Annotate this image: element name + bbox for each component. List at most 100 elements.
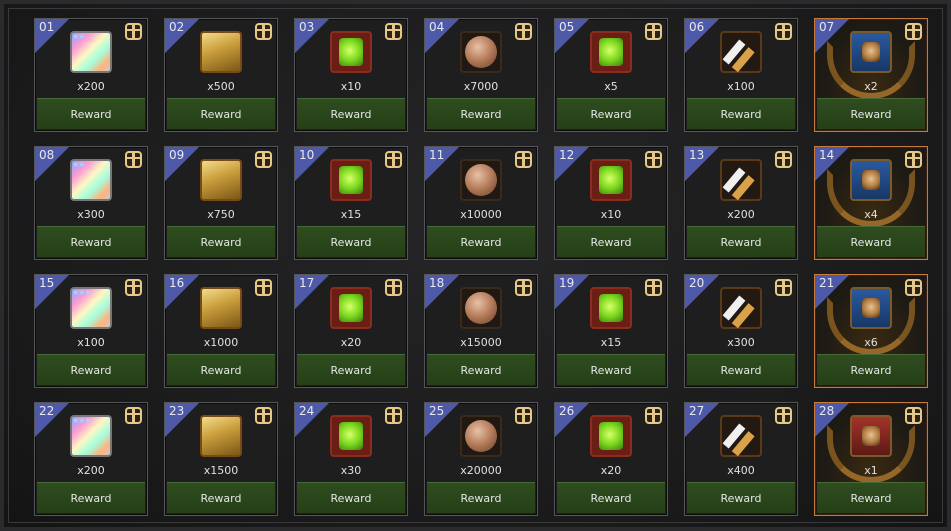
blue-monster-card-icon[interactable] [850, 31, 892, 73]
reward-button[interactable]: Reward [817, 226, 925, 257]
reward-button[interactable]: Reward [37, 354, 145, 385]
bronze-coin-icon[interactable] [460, 31, 502, 73]
reward-number: 09 [169, 148, 185, 162]
star-rating: ★★ [72, 160, 85, 169]
reward-button[interactable]: Reward [817, 354, 925, 385]
gold-pile-icon[interactable] [200, 287, 242, 329]
gift-box-icon[interactable] [905, 279, 922, 296]
gift-box-icon[interactable] [385, 279, 402, 296]
reward-card: 02 x500 Reward [164, 18, 278, 132]
gift-box-icon[interactable] [775, 23, 792, 40]
reward-number: 14 [819, 148, 835, 162]
gift-box-icon[interactable] [775, 407, 792, 424]
reward-quantity: x100 [77, 336, 105, 349]
reward-button[interactable]: Reward [817, 98, 925, 129]
reward-card: 27 x400 Reward [684, 402, 798, 516]
reward-button[interactable]: Reward [37, 98, 145, 129]
green-scroll-icon[interactable] [330, 415, 372, 457]
reward-quantity: x1 [864, 464, 878, 477]
gift-box-icon[interactable] [905, 23, 922, 40]
reward-button[interactable]: Reward [297, 354, 405, 385]
reward-button[interactable]: Reward [427, 98, 535, 129]
gift-box-icon[interactable] [515, 407, 532, 424]
reward-button[interactable]: Reward [297, 226, 405, 257]
reward-quantity: x1000 [203, 336, 239, 349]
reward-button[interactable]: Reward [557, 482, 665, 513]
gift-box-icon[interactable] [515, 279, 532, 296]
reward-card: 04 x7000 Reward [424, 18, 538, 132]
reward-button[interactable]: Reward [557, 226, 665, 257]
gift-box-icon[interactable] [255, 23, 272, 40]
green-scroll-icon[interactable] [330, 31, 372, 73]
reward-button[interactable]: Reward [37, 226, 145, 257]
gift-box-icon[interactable] [385, 23, 402, 40]
gift-box-icon[interactable] [775, 279, 792, 296]
reward-quantity: x200 [77, 80, 105, 93]
gold-pile-icon[interactable] [200, 159, 242, 201]
reward-button[interactable]: Reward [297, 482, 405, 513]
bronze-coin-icon[interactable] [460, 287, 502, 329]
gift-box-icon[interactable] [645, 407, 662, 424]
green-scroll-icon[interactable] [590, 159, 632, 201]
gift-box-icon[interactable] [385, 151, 402, 168]
reward-button[interactable]: Reward [427, 226, 535, 257]
reward-button[interactable]: Reward [167, 226, 275, 257]
gold-pile-icon[interactable] [200, 31, 242, 73]
star-rating: ★★ [72, 32, 85, 41]
reward-button[interactable]: Reward [427, 354, 535, 385]
gift-box-icon[interactable] [255, 151, 272, 168]
crossed-hammers-icon[interactable] [720, 287, 762, 329]
gift-box-icon[interactable] [645, 279, 662, 296]
reward-button[interactable]: Reward [687, 98, 795, 129]
gift-box-icon[interactable] [125, 407, 142, 424]
star-rating: ★★★ [72, 288, 91, 297]
crossed-hammers-icon[interactable] [720, 31, 762, 73]
crossed-hammers-icon[interactable] [720, 159, 762, 201]
reward-quantity: x4 [864, 208, 878, 221]
reward-card: 21 x6 Reward [814, 274, 928, 388]
green-scroll-icon[interactable] [590, 287, 632, 329]
gift-box-icon[interactable] [255, 407, 272, 424]
blue-monster-card-icon[interactable] [850, 159, 892, 201]
green-scroll-icon[interactable] [590, 415, 632, 457]
reward-button[interactable]: Reward [557, 98, 665, 129]
blue-monster-card-icon[interactable] [850, 287, 892, 329]
reward-button[interactable]: Reward [167, 482, 275, 513]
green-scroll-icon[interactable] [330, 159, 372, 201]
green-scroll-icon[interactable] [590, 31, 632, 73]
reward-number: 18 [429, 276, 445, 290]
bronze-coin-icon[interactable] [460, 159, 502, 201]
red-monster-card-icon[interactable] [850, 415, 892, 457]
gift-box-icon[interactable] [775, 151, 792, 168]
gift-box-icon[interactable] [905, 151, 922, 168]
gift-box-icon[interactable] [905, 407, 922, 424]
reward-quantity: x10000 [460, 208, 502, 221]
reward-button[interactable]: Reward [297, 98, 405, 129]
reward-button[interactable]: Reward [687, 354, 795, 385]
reward-button[interactable]: Reward [427, 482, 535, 513]
reward-button[interactable]: Reward [167, 98, 275, 129]
crossed-hammers-icon[interactable] [720, 415, 762, 457]
reward-card: 28 x1 Reward [814, 402, 928, 516]
gift-box-icon[interactable] [125, 23, 142, 40]
reward-quantity: x750 [207, 208, 235, 221]
reward-button[interactable]: Reward [557, 354, 665, 385]
reward-card: 10 x15 Reward [294, 146, 408, 260]
gift-box-icon[interactable] [255, 279, 272, 296]
gift-box-icon[interactable] [645, 151, 662, 168]
green-scroll-icon[interactable] [330, 287, 372, 329]
gift-box-icon[interactable] [385, 407, 402, 424]
reward-button[interactable]: Reward [167, 354, 275, 385]
gift-box-icon[interactable] [515, 23, 532, 40]
reward-card: 12 x10 Reward [554, 146, 668, 260]
gold-pile-icon[interactable] [200, 415, 242, 457]
gift-box-icon[interactable] [125, 151, 142, 168]
reward-button[interactable]: Reward [817, 482, 925, 513]
gift-box-icon[interactable] [125, 279, 142, 296]
reward-button[interactable]: Reward [687, 482, 795, 513]
gift-box-icon[interactable] [645, 23, 662, 40]
bronze-coin-icon[interactable] [460, 415, 502, 457]
reward-button[interactable]: Reward [37, 482, 145, 513]
gift-box-icon[interactable] [515, 151, 532, 168]
reward-button[interactable]: Reward [687, 226, 795, 257]
